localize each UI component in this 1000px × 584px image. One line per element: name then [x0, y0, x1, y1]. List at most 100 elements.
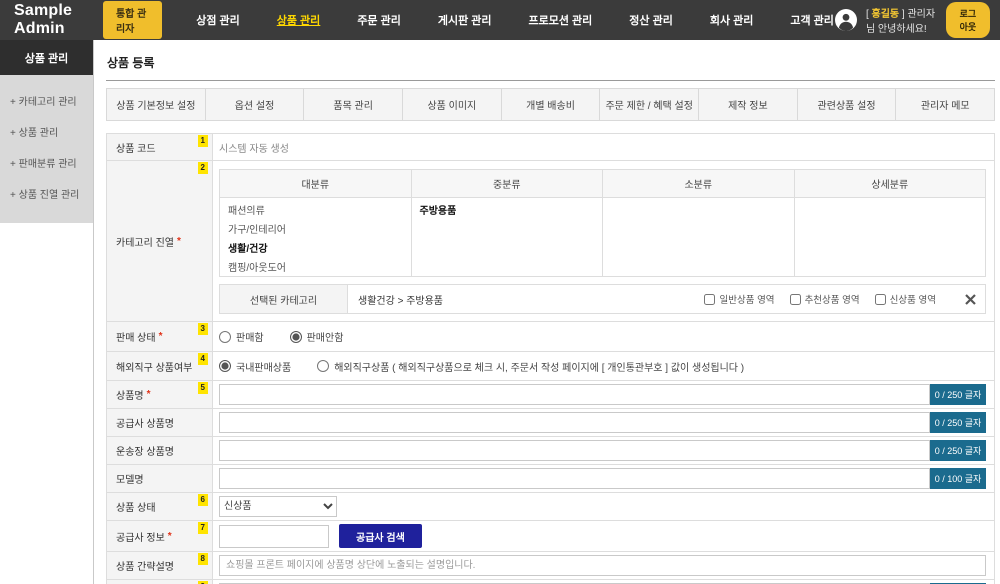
label-product-condition: 상품 상태 6 [107, 493, 213, 520]
user-avatar-icon [834, 8, 858, 32]
sidebar: 상품 관리 + 카테고리 관리 + 상품 관리 + 판매분류 관리 + 상품 진… [0, 40, 94, 584]
top-navigation: 상점 관리 상품 관리 주문 관리 게시판 관리 프로모션 관리 정산 관리 회… [196, 12, 834, 28]
checkbox-recommended-product-area[interactable]: 추천상품 영역 [790, 292, 860, 306]
category-table-header: 대분류 중분류 소분류 상세분류 [220, 170, 985, 198]
tab-option-settings[interactable]: 옵션 설정 [206, 89, 305, 120]
model-name-input[interactable] [219, 468, 930, 489]
step-badge-7: 7 [198, 522, 208, 534]
sidebar-item-category-management[interactable]: + 카테고리 관리 [0, 85, 93, 116]
product-register-form: 상품 코드 1 시스템 자동 생성 카테고리 진열* 2 대분류 중분류 소분류… [106, 133, 995, 584]
nav-store-management[interactable]: 상점 관리 [196, 12, 240, 28]
category-option[interactable]: 캠핑/아웃도어 [220, 259, 411, 276]
supplier-product-name-input[interactable] [219, 412, 930, 433]
nav-product-management[interactable]: 상품 관리 [277, 12, 321, 28]
nav-board-management[interactable]: 게시판 관리 [438, 12, 492, 28]
tab-production-info[interactable]: 제작 정보 [699, 89, 798, 120]
product-name-input[interactable] [219, 384, 930, 405]
remove-category-icon[interactable] [965, 294, 976, 305]
selected-category-value: 생활건강 > 주방용품 [358, 285, 443, 313]
category-option[interactable]: 패션의류 [220, 202, 411, 221]
label-supplier-product-name: 공급사 상품명 [107, 409, 213, 436]
domestic-radio[interactable] [219, 360, 231, 372]
label-category: 카테고리 진열* 2 [107, 161, 213, 321]
category-table-body: 패션의류 가구/인테리어 생활/건강 캠핑/아웃도어 주방용품 [220, 198, 985, 276]
category-header-depth4: 상세분류 [795, 170, 986, 197]
category-selector-table: 대분류 중분류 소분류 상세분류 패션의류 가구/인테리어 생활/건강 캠핑/아… [219, 169, 986, 277]
row-short-description: 상품 간략설명 8 [106, 551, 995, 580]
display-area-checkboxes: 일반상품 영역 추천상품 영역 신상품 영역 [704, 285, 976, 313]
row-supplier-product-name: 공급사 상품명 0 / 250 글자 [106, 408, 995, 437]
row-waybill-product-name: 운송장 상품명 0 / 250 글자 [106, 436, 995, 465]
brand-logo: Sample Admin [14, 2, 91, 38]
label-supplier-info: 공급사 정보* 7 [107, 521, 213, 551]
sidebar-item-product-display-management[interactable]: + 상품 진열 관리 [0, 178, 93, 209]
role-badge: 통합 관리자 [103, 1, 162, 39]
waybill-product-name-counter: 0 / 250 글자 [930, 440, 986, 461]
label-waybill-product-name: 운송장 상품명 [107, 437, 213, 464]
short-description-input[interactable] [219, 555, 986, 576]
radio-sale-on[interactable]: 판매함 [219, 329, 264, 344]
supplier-product-name-counter: 0 / 250 글자 [930, 412, 986, 433]
sale-off-radio[interactable] [290, 331, 302, 343]
sidebar-item-product-management[interactable]: + 상품 관리 [0, 116, 93, 147]
category-column-depth4 [795, 198, 986, 276]
row-search-keywords: 검색어 설정 9 0 / 400 글자 [106, 579, 995, 584]
nav-customer-management[interactable]: 고객 관리 [790, 12, 834, 28]
tab-admin-memo[interactable]: 관리자 메모 [896, 89, 994, 120]
step-badge-5: 5 [198, 382, 208, 394]
row-sale-status: 판매 상태* 3 판매함 판매안함 [106, 321, 995, 352]
general-area-checkbox[interactable] [704, 294, 715, 305]
row-product-name: 상품명* 5 0 / 250 글자 [106, 380, 995, 409]
step-badge-1: 1 [198, 135, 208, 147]
sidebar-item-sales-class-management[interactable]: + 판매분류 관리 [0, 147, 93, 178]
nav-order-management[interactable]: 주문 관리 [357, 12, 401, 28]
main-content: 상품 등록 상품 기본정보 설정 옵션 설정 품목 관리 상품 이미지 개별 배… [106, 40, 995, 584]
row-model-name: 모델명 0 / 100 글자 [106, 464, 995, 493]
product-code-value: 시스템 자동 생성 [219, 140, 289, 155]
supplier-search-button[interactable]: 공급사 검색 [339, 524, 422, 548]
overseas-radio[interactable] [317, 360, 329, 372]
user-area: [ 홍길동 ] 관리자님 안녕하세요! 로그아웃 [834, 2, 990, 38]
tab-basic-info[interactable]: 상품 기본정보 설정 [107, 89, 206, 120]
label-sale-status: 판매 상태* 3 [107, 322, 213, 351]
category-option-selected[interactable]: 주방용품 [412, 202, 603, 221]
page-title: 상품 등록 [106, 40, 995, 81]
step-badge-8: 8 [198, 553, 208, 565]
step-badge-3: 3 [198, 323, 208, 335]
tab-item-management[interactable]: 품목 관리 [304, 89, 403, 120]
nav-company-management[interactable]: 회사 관리 [710, 12, 754, 28]
step-badge-6: 6 [198, 494, 208, 506]
product-condition-select[interactable]: 신상품 [219, 496, 337, 517]
nav-promotion-management[interactable]: 프로모션 관리 [529, 12, 593, 28]
step-badge-2: 2 [198, 162, 208, 174]
row-product-code: 상품 코드 1 시스템 자동 생성 [106, 133, 995, 161]
step-badge-4: 4 [198, 353, 208, 365]
radio-overseas-product[interactable]: 해외직구상품 ( 해외직구상품으로 체크 시, 주문서 작성 페이지에 [ 개인… [317, 359, 744, 374]
row-overseas-purchase: 해외직구 상품여부 4 국내판매상품 해외직구상품 ( 해외직구상품으로 체크 … [106, 351, 995, 381]
logout-button[interactable]: 로그아웃 [946, 2, 990, 38]
category-option[interactable]: 가구/인테리어 [220, 221, 411, 240]
label-model-name: 모델명 [107, 465, 213, 492]
category-column-depth3 [603, 198, 795, 276]
sale-on-radio[interactable] [219, 331, 231, 343]
label-search-keywords: 검색어 설정 9 [107, 580, 213, 584]
tab-related-products[interactable]: 관련상품 설정 [798, 89, 897, 120]
recommended-area-checkbox[interactable] [790, 294, 801, 305]
nav-settlement-management[interactable]: 정산 관리 [629, 12, 673, 28]
radio-domestic-product[interactable]: 국내판매상품 [219, 359, 291, 374]
supplier-info-input[interactable] [219, 525, 329, 548]
tab-order-limit-benefit[interactable]: 주문 제한 / 혜택 설정 [600, 89, 699, 120]
category-column-depth1: 패션의류 가구/인테리어 생활/건강 캠핑/아웃도어 [220, 198, 412, 276]
tab-individual-shipping[interactable]: 개별 배송비 [502, 89, 601, 120]
radio-sale-off[interactable]: 판매안함 [290, 329, 344, 344]
new-area-checkbox[interactable] [875, 294, 886, 305]
sidebar-menu: + 카테고리 관리 + 상품 관리 + 판매분류 관리 + 상품 진열 관리 [0, 75, 93, 223]
checkbox-new-product-area[interactable]: 신상품 영역 [875, 292, 936, 306]
category-option-selected[interactable]: 생활/건강 [220, 240, 411, 259]
checkbox-general-product-area[interactable]: 일반상품 영역 [704, 292, 774, 306]
label-product-code: 상품 코드 1 [107, 134, 213, 160]
model-name-counter: 0 / 100 글자 [930, 468, 986, 489]
tab-product-images[interactable]: 상품 이미지 [403, 89, 502, 120]
waybill-product-name-input[interactable] [219, 440, 930, 461]
top-header-bar: Sample Admin 통합 관리자 상점 관리 상품 관리 주문 관리 게시… [0, 0, 1000, 40]
